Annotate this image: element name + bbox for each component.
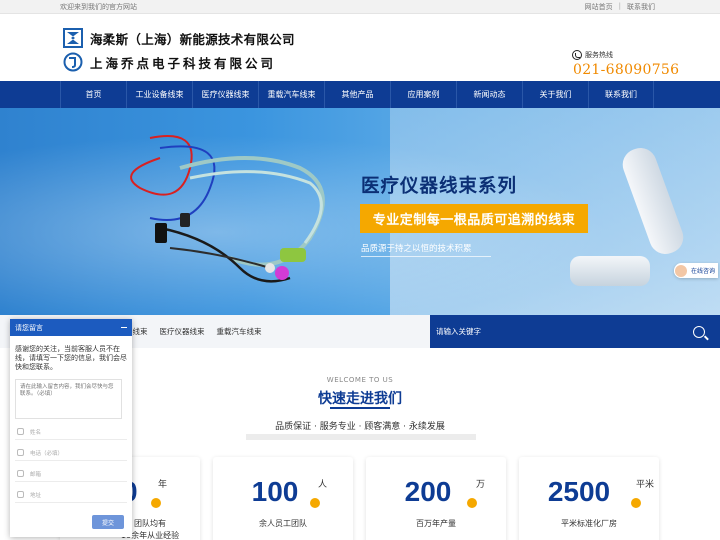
phone-field-icon [17, 449, 24, 456]
stat-label: 百万年产量 [416, 519, 456, 528]
hot-keyword[interactable]: 重载汽车线束 [217, 326, 262, 337]
search-box [430, 315, 720, 348]
title-underline [330, 407, 390, 409]
nav-item-contact[interactable]: 联系我们 [588, 81, 654, 108]
link-separator: | [618, 1, 621, 10]
company-name-1: 海柔斯（上海）新能源技术有限公司 [90, 31, 295, 47]
search-icon[interactable] [693, 325, 705, 338]
message-widget: 请您留言 感谢您的关注，当前客服人员不在线，请填写一下您的信息，我们会尽快和您联… [10, 319, 132, 537]
stat-dot [151, 498, 161, 508]
nav-item-about[interactable]: 关于我们 [522, 81, 588, 108]
stat-unit: 年 [158, 480, 168, 490]
stat-card: 100 人 余人员工团队 [213, 457, 353, 540]
name-field-label: 姓名 [30, 429, 42, 436]
online-consult-button[interactable]: 在线咨询 [674, 263, 718, 278]
email-field[interactable]: 邮箱 [15, 466, 127, 482]
chat-intro: 感谢您的关注，当前客服人员不在线，请填写一下您的信息，我们会尽快和您联系。 [15, 345, 127, 371]
hotline-label: 服务热线 [585, 51, 613, 59]
search-input[interactable] [436, 327, 636, 336]
logo-row-1[interactable]: 海柔斯（上海）新能源技术有限公司 [63, 28, 295, 48]
company-name-2: 上海乔点电子科技有限公司 [90, 55, 277, 71]
mail-icon [17, 470, 24, 477]
nav-item-other[interactable]: 其他产品 [324, 81, 390, 108]
nav-item-home[interactable]: 首页 [60, 81, 126, 108]
stat-dot [310, 498, 320, 508]
nav-item-medical[interactable]: 医疗仪器线束 [192, 81, 258, 108]
address-field-label: 地址 [30, 492, 42, 499]
cable-harness-image [130, 135, 325, 283]
phone-field[interactable]: 电话（必填） [15, 445, 127, 461]
stat-label: 平米标准化厂房 [561, 519, 617, 528]
phone-field-label: 电话（必填） [30, 450, 64, 457]
nav-item-news[interactable]: 新闻动态 [456, 81, 522, 108]
phone-icon [572, 50, 582, 60]
user-icon [17, 428, 24, 435]
logo-row-2[interactable]: 上海乔点电子科技有限公司 [63, 52, 276, 72]
stat-card: 200 万 百万年产量 [366, 457, 506, 540]
agent-avatar [674, 263, 688, 278]
chat-header: 请您留言 [10, 319, 132, 336]
stat-unit: 万 [476, 480, 486, 490]
contact-link[interactable]: 联系我们 [627, 2, 655, 12]
home-link[interactable]: 网站首页 [585, 2, 613, 12]
stat-card: 2500 平米 平米标准化厂房 [519, 457, 659, 540]
nav-item-cases[interactable]: 应用案例 [390, 81, 456, 108]
banner-ribbon: 专业定制每一根品质可追溯的线束 [360, 204, 588, 233]
minimize-icon[interactable] [121, 327, 127, 328]
hotline: 服务热线 [572, 50, 613, 60]
nav-item-industrial[interactable]: 工业设备线束 [126, 81, 192, 108]
email-field-label: 邮箱 [30, 471, 42, 478]
banner-divider [361, 256, 491, 257]
submit-button[interactable]: 提交 [92, 515, 124, 529]
company-logo-2-icon [63, 52, 83, 72]
subtitle-underline [246, 434, 476, 440]
page: 欢迎来到我们的官方网站 网站首页 | 联系我们 海柔斯（上海）新能源技术有限公司… [0, 0, 720, 540]
phone-number[interactable]: 021-68090756 [573, 62, 679, 78]
stat-dot [467, 498, 477, 508]
stat-dot [631, 498, 641, 508]
site-header: 海柔斯（上海）新能源技术有限公司 上海乔点电子科技有限公司 服务热线 021-6… [0, 14, 720, 81]
name-field[interactable]: 姓名 [15, 424, 127, 440]
banner-subtitle: 品质源于持之以恒的技术积累 [361, 244, 472, 254]
main-nav: 首页 工业设备线束 医疗仪器线束 重载汽车线束 其他产品 应用案例 新闻动态 关… [0, 81, 720, 108]
company-logo-icon [63, 28, 83, 48]
stat-number: 2500 [547, 476, 611, 507]
stat-label: 余人员工团队 [259, 519, 307, 528]
message-input[interactable] [15, 379, 122, 419]
banner-title: 医疗仪器线束系列 [361, 176, 518, 197]
online-consult-label: 在线咨询 [691, 268, 716, 275]
chat-title: 请您留言 [15, 323, 43, 332]
stat-unit: 平米 [636, 480, 655, 490]
hot-keyword[interactable]: 医疗仪器线束 [160, 326, 205, 337]
address-field[interactable]: 地址 [15, 487, 127, 503]
hero-banner[interactable]: 医疗仪器线束系列 专业定制每一根品质可追溯的线束 品质源于持之以恒的技术积累 在… [0, 108, 720, 315]
location-icon [17, 491, 24, 498]
welcome-text: 欢迎来到我们的官方网站 [60, 2, 137, 11]
top-links: 网站首页 | 联系我们 [585, 2, 655, 12]
medical-base-image [570, 256, 650, 286]
stat-unit: 人 [318, 480, 328, 490]
nav-item-heavy-vehicle[interactable]: 重载汽车线束 [258, 81, 324, 108]
top-bar: 欢迎来到我们的官方网站 网站首页 | 联系我们 [0, 0, 720, 14]
